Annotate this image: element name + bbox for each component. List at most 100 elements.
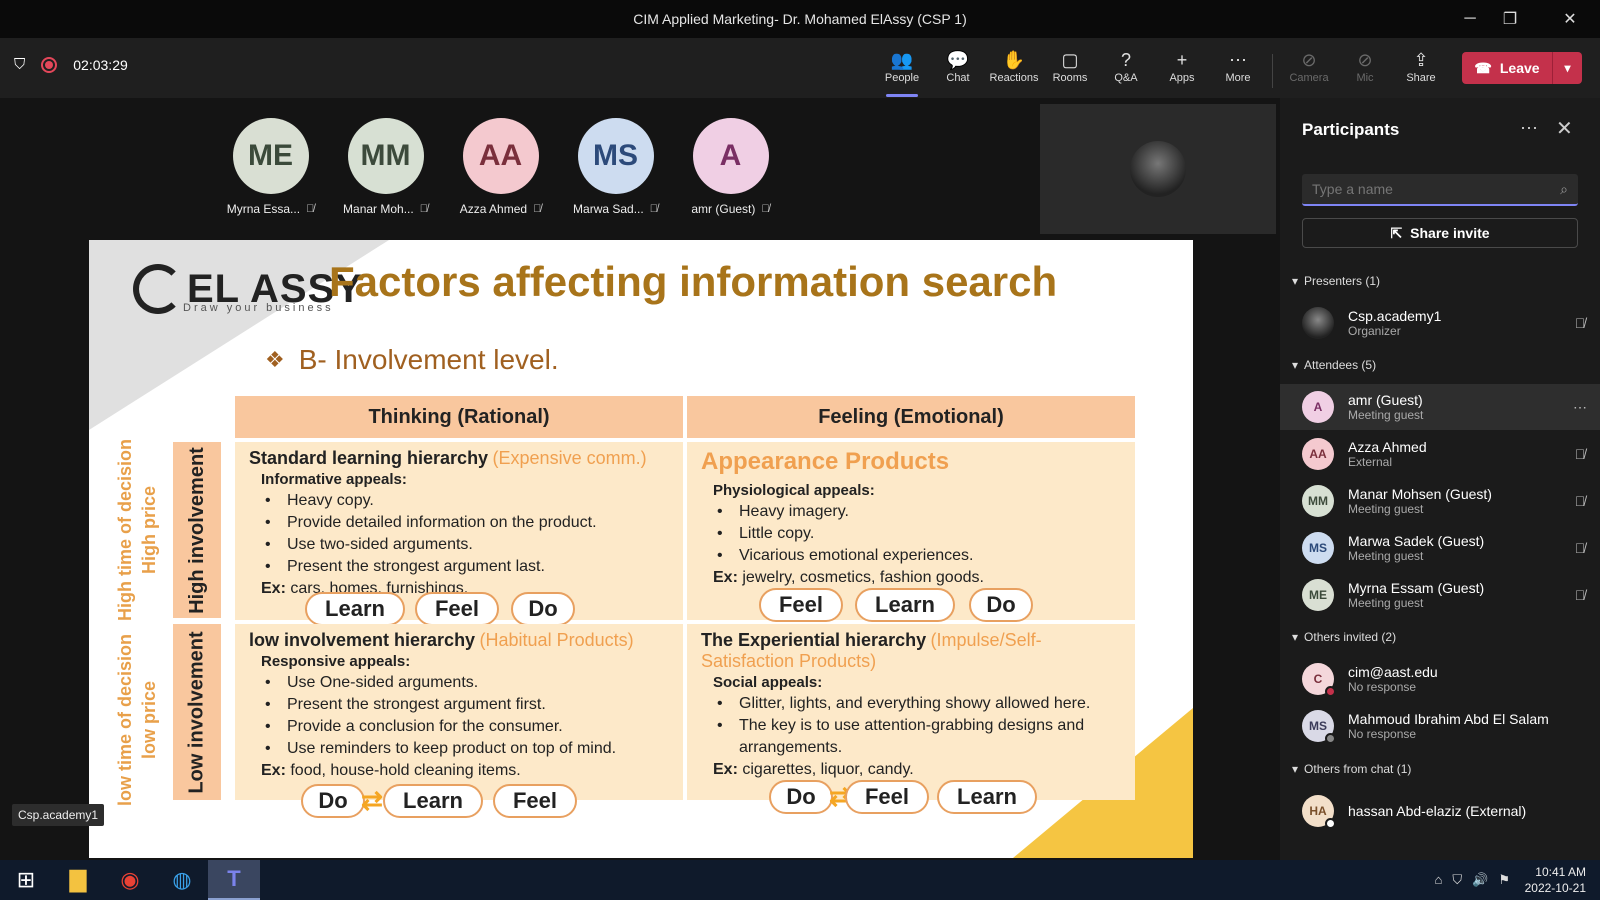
rooms-button[interactable]: ▢ Rooms <box>1042 48 1098 84</box>
volume-icon[interactable]: 🔊 <box>1472 872 1488 888</box>
participant-name: amr (Guest) <box>1348 392 1423 408</box>
low-involvement-bar: Low involvement <box>173 624 221 800</box>
gallery-tile[interactable]: ME Myrna Essa... 🎙̸ <box>227 118 314 216</box>
taskbar-app[interactable]: ▇ <box>52 860 104 900</box>
participant-row[interactable]: MS Marwa Sadek (Guest) Meeting guest 🎙̸ <box>1280 525 1600 571</box>
share-button[interactable]: ⇪ Share <box>1393 48 1449 84</box>
step-pill: Learn <box>305 592 405 626</box>
participant-row[interactable]: HA hassan Abd-elaziz (External) <box>1280 788 1600 834</box>
example-line: Ex: cigarettes, liquor, candy. <box>713 759 1121 781</box>
chat-label: Chat <box>946 72 970 84</box>
rooms-icon: ▢ <box>1061 50 1079 70</box>
example-label: Ex: <box>713 569 738 586</box>
list-item: Use One-sided arguments. <box>261 672 669 694</box>
tile-name: Azza Ahmed <box>459 202 528 216</box>
chat-button[interactable]: 💬 Chat <box>930 48 986 84</box>
start-button[interactable]: ⊞ <box>0 860 52 900</box>
row-label-low: low time of decision low price <box>107 630 167 810</box>
avatar-initials: C <box>1313 672 1323 686</box>
participant-name: Manar Mohsen (Guest) <box>1348 486 1492 502</box>
section-label: Others from chat (1) <box>1304 762 1412 776</box>
maximize-button[interactable]: ❐ <box>1490 0 1530 38</box>
network-icon[interactable]: ⌂ <box>1435 872 1443 888</box>
avatar: MS <box>1302 710 1336 744</box>
flag-icon[interactable]: ⚑ <box>1498 872 1510 888</box>
step-pill: Do <box>301 784 365 818</box>
section-presenters[interactable]: ▾ Presenters (1) <box>1292 274 1380 288</box>
section-chat[interactable]: ▾ Others from chat (1) <box>1292 762 1411 776</box>
bar-label: High involvement <box>185 446 208 614</box>
participant-name: Csp.academy1 <box>1348 308 1442 324</box>
close-window-button[interactable]: ✕ <box>1550 0 1590 38</box>
avatar-initials: MS <box>1309 719 1327 733</box>
search-icon[interactable]: ⌕ <box>1560 181 1568 198</box>
participant-role: External <box>1348 455 1393 469</box>
list-item: Vicarious emotional experiences. <box>713 545 1121 567</box>
more-button[interactable]: ⋯ More <box>1210 48 1266 84</box>
step-pill: Learn <box>855 588 955 622</box>
participant-row[interactable]: MM Manar Mohsen (Guest) Meeting guest 🎙̸ <box>1280 478 1600 524</box>
meeting-stage: ME Myrna Essa... 🎙̸ MM Manar Moh... 🎙̸ AA Azz… <box>0 98 1280 860</box>
quadrant-title: Standard learning hierarchy <box>249 448 489 468</box>
minimize-button[interactable]: ─ <box>1450 0 1490 38</box>
chevron-down-icon: ▾ <box>1292 630 1299 644</box>
gallery-tile[interactable]: Aamr (Guest) 🎙̸ <box>691 118 770 216</box>
taskbar-app-active[interactable]: T <box>208 860 260 900</box>
chevron-down-icon: ▾ <box>1292 762 1299 776</box>
section-label: Presenters (1) <box>1304 274 1381 288</box>
example-text: jewelry, cosmetics, fashion goods. <box>742 569 984 586</box>
shield-icon[interactable]: ⛉ <box>1452 872 1462 888</box>
gallery-tile[interactable]: MM Manar Moh... 🎙̸ <box>343 118 428 216</box>
meeting-toolbar: ⛉ 02:03:29 👥 People 💬 Chat ✋ Reactions ▢ Roo… <box>0 38 1600 98</box>
taskbar-app[interactable]: ◍ <box>156 860 208 900</box>
share-label: Share <box>1406 72 1436 84</box>
mic-off-icon: 🎙̸ <box>1574 446 1586 462</box>
chevron-down-icon: ▾ <box>1292 358 1299 372</box>
side-label: low price <box>139 680 159 760</box>
self-video-tile[interactable] <box>1040 104 1276 234</box>
taskbar-app[interactable]: ◉ <box>104 860 156 900</box>
mic-button[interactable]: ⊘ Mic <box>1337 48 1393 84</box>
quadrant-low-feeling: The Experiential hierarchy (Impulse/Self… <box>687 624 1135 800</box>
tile-name: amr (Guest) <box>691 202 756 216</box>
qa-button[interactable]: ? Q&A <box>1098 48 1154 84</box>
gallery-tile[interactable]: MS Marwa Sad... 🎙̸ <box>573 118 658 216</box>
participant-search[interactable]: ⌕ <box>1302 174 1578 206</box>
more-options-icon[interactable]: ⋯ <box>1520 118 1538 139</box>
share-icon: ⇪ <box>1413 50 1429 70</box>
tile-name: Marwa Sad... <box>573 202 644 216</box>
close-icon[interactable]: ✕ <box>1556 116 1573 141</box>
participant-row[interactable]: Csp.academy1 Organizer 🎙̸ <box>1280 300 1600 346</box>
people-icon: 👥 <box>890 50 914 70</box>
list-item: Heavy copy. <box>261 490 669 512</box>
status-dot <box>1325 733 1336 744</box>
camera-button[interactable]: ⊘ Camera <box>1281 48 1337 84</box>
system-clock[interactable]: 10:41 AM 2022-10-21 <box>1525 864 1586 896</box>
apps-button[interactable]: + Apps <box>1154 48 1210 84</box>
participant-row[interactable]: C cim@aast.edu No response <box>1280 656 1600 702</box>
search-input[interactable] <box>1312 181 1561 197</box>
people-button[interactable]: 👥 People <box>874 48 930 97</box>
participant-row[interactable]: MS Mahmoud Ibrahim Abd El Salam No respon… <box>1280 703 1600 749</box>
more-options-icon[interactable]: ⋯ <box>1560 399 1600 416</box>
participant-row[interactable]: A amr (Guest) Meeting guest ⋯ <box>1280 384 1600 430</box>
logo-tagline: Draw your business <box>183 302 334 314</box>
leave-button[interactable]: ☎ Leave ▾ <box>1462 52 1582 84</box>
gallery-tile[interactable]: AA Azza Ahmed 🎙̸ <box>459 118 541 216</box>
share-invite-button[interactable]: ⇱ Share invite <box>1302 218 1578 248</box>
step-pill: Learn <box>383 784 483 818</box>
mic-off-icon: 🎙̸ <box>1574 315 1586 331</box>
section-attendees[interactable]: ▾ Attendees (5) <box>1292 358 1376 372</box>
high-involvement-bar: High involvement <box>173 442 221 618</box>
participant-row[interactable]: ME Myrna Essam (Guest) Meeting guest 🎙̸ <box>1280 572 1600 618</box>
chevron-down-icon: ▾ <box>1292 274 1299 288</box>
avatar: A <box>1302 391 1334 423</box>
side-label: High price <box>139 485 160 575</box>
reactions-button[interactable]: ✋ Reactions <box>986 48 1042 84</box>
leave-label: Leave <box>1499 60 1540 76</box>
section-invited[interactable]: ▾ Others invited (2) <box>1292 630 1396 644</box>
example-line: Ex: food, house-hold cleaning items. <box>261 760 669 782</box>
participant-row[interactable]: AA Azza Ahmed External 🎙̸ <box>1280 431 1600 477</box>
logo-icon <box>133 264 183 314</box>
chevron-down-icon[interactable]: ▾ <box>1552 52 1582 84</box>
